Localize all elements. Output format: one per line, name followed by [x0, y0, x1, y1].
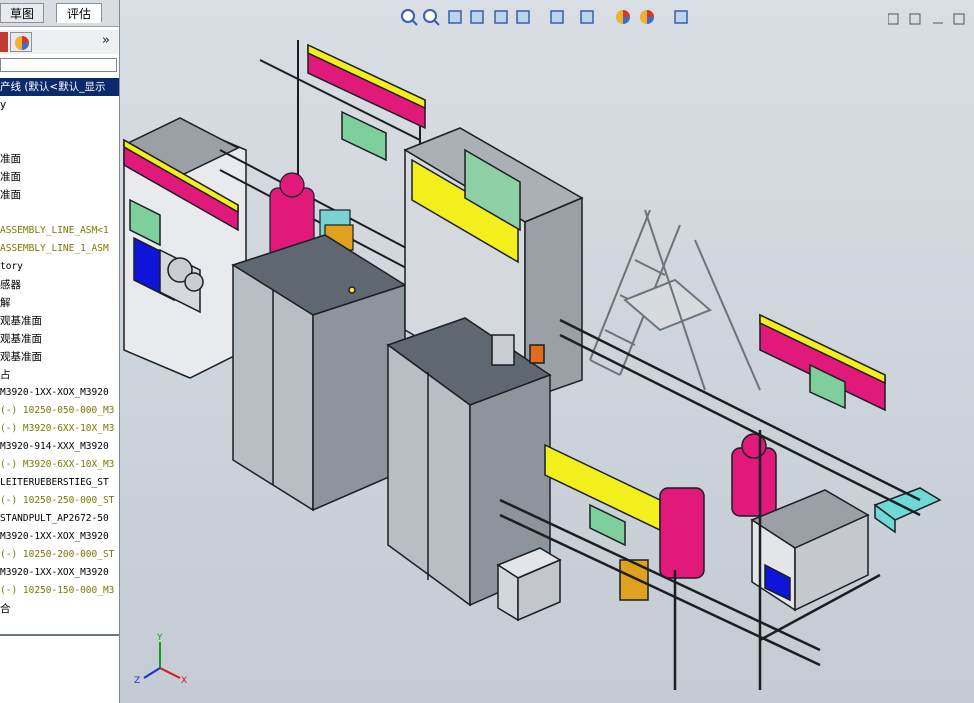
tree-item[interactable]: 感器 — [0, 276, 119, 294]
view-orientation-icon[interactable] — [514, 8, 534, 28]
axis-triad: Y X Z — [134, 633, 187, 686]
apply-scene-icon[interactable] — [638, 8, 658, 28]
tree-item[interactable]: 观基准面 — [0, 330, 119, 348]
tree-item[interactable] — [0, 132, 119, 150]
tree-item[interactable]: 准面 — [0, 168, 119, 186]
dynamic-annotation-icon[interactable] — [492, 8, 512, 28]
hide-show-icon[interactable] — [578, 8, 598, 28]
tree-item[interactable]: 合 — [0, 600, 119, 618]
tree-item[interactable]: 准面 — [0, 150, 119, 168]
tree-item[interactable]: (-) 10250-250-000_ST — [0, 492, 119, 510]
upper-left-panel — [307, 43, 426, 162]
tree-item[interactable]: 准面 — [0, 186, 119, 204]
panel-icon-bar: » — [0, 30, 119, 54]
tree-item[interactable]: LEITERUEBERSTIEG_ST — [0, 474, 119, 492]
display-style-icon[interactable] — [548, 8, 568, 28]
tree-item[interactable] — [0, 114, 119, 132]
tree-filter-input[interactable] — [0, 58, 117, 72]
tree-item[interactable]: M3920-1XX-XOX_M3920 — [0, 528, 119, 546]
tree-item[interactable]: ASSEMBLY_LINE_1_ASM — [0, 240, 119, 258]
appearance-manager-icon[interactable] — [10, 32, 32, 52]
zoom-to-fit-icon[interactable] — [400, 8, 420, 28]
triad-z-label: Z — [134, 676, 140, 686]
triad-y-label: Y — [156, 633, 163, 643]
tree-item[interactable]: 观基准面 — [0, 312, 119, 330]
edit-appearance-icon[interactable] — [614, 8, 634, 28]
tree-item[interactable]: M3920-1XX-XOX_M3920 — [0, 564, 119, 582]
expand-chevron-icon[interactable]: » — [102, 33, 110, 48]
tree-item[interactable]: M3920-914-XXX_M3920 — [0, 438, 119, 456]
tree-item[interactable]: M3920-1XX-XOX_M3920 — [0, 384, 119, 402]
tree-item[interactable]: (-) 10250-150-000_M3 — [0, 582, 119, 600]
assembly-line-3d-model[interactable]: Y X Z — [120, 0, 974, 703]
feature-tree: 产线 (默认<默认_显示 y 准面 准面 准面 ASSEMBLY_LINE_ASM<1 … — [0, 78, 119, 618]
tab-evaluate[interactable]: 评估 — [56, 3, 102, 23]
graphics-area[interactable]: Y X Z — [120, 0, 974, 703]
feature-manager-panel: 草图 评估 » 产线 (默认<默认_显示 y 准面 准面 准面 ASSEMBLY_LIN… — [0, 0, 120, 703]
left-station — [122, 117, 247, 379]
feature-manager-icon[interactable] — [0, 32, 8, 52]
tree-item[interactable]: (-) M3920-6XX-10X_M3 — [0, 420, 119, 438]
tree-item[interactable]: y — [0, 96, 119, 114]
triad-x-label: X — [181, 676, 187, 686]
panel-tabs: 草图 评估 — [0, 0, 119, 27]
tree-item[interactable]: 解 — [0, 294, 119, 312]
panel-divider — [0, 634, 119, 636]
tree-item[interactable]: (-) 10250-200-000_ST — [0, 546, 119, 564]
view-settings-icon[interactable] — [672, 8, 692, 28]
tree-item[interactable]: 产线 (默认<默认_显示 — [0, 78, 119, 96]
tree-item[interactable]: 占 — [0, 366, 119, 384]
previous-view-icon[interactable] — [446, 8, 466, 28]
tree-item[interactable]: ASSEMBLY_LINE_ASM<1 — [0, 222, 119, 240]
tab-sketch[interactable]: 草图 — [0, 3, 44, 23]
tree-item[interactable]: 观基准面 — [0, 348, 119, 366]
tree-item[interactable]: (-) 10250-050-000_M3 — [0, 402, 119, 420]
tree-item[interactable]: (-) M3920-6XX-10X_M3 — [0, 456, 119, 474]
tree-item[interactable] — [0, 204, 119, 222]
tree-item[interactable]: STANDPULT_AP2672-50 — [0, 510, 119, 528]
zoom-area-icon[interactable] — [422, 8, 442, 28]
tree-item[interactable]: tory — [0, 258, 119, 276]
section-view-icon[interactable] — [468, 8, 488, 28]
viewport-window-buttons — [887, 12, 968, 31]
electrical-cabinet-left — [231, 234, 407, 512]
right-station — [731, 313, 942, 612]
